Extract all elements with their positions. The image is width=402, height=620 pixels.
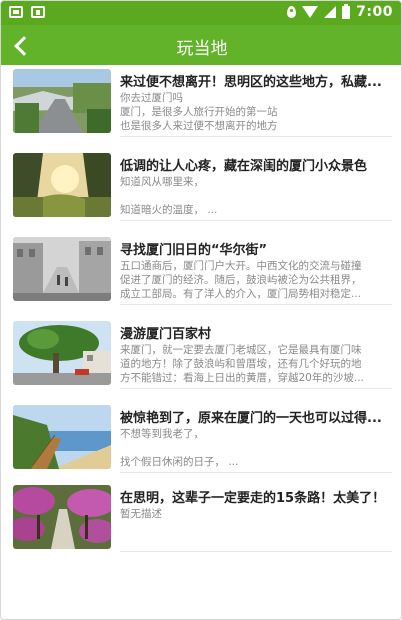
article-thumbnail (13, 237, 111, 301)
article-title: 低调的让人心疼，藏在深闺的厦门小众景色 (120, 159, 368, 174)
city-street-photo (13, 69, 111, 133)
article-desc-line: 五口通商后，厦门门户大开。中西文化的交流与碰撞 (120, 260, 362, 272)
divider (120, 304, 392, 305)
article-desc-line: 暂无描述 (120, 508, 162, 520)
article-desc-line: 不想等到我老了， (120, 428, 204, 440)
divider (120, 551, 392, 552)
article-item[interactable]: 漫游厦门百家村 来厦门，就一定要去厦门老城区，它是最具有厦门味 道的地方！除了鼓… (1, 317, 401, 397)
divider (120, 136, 392, 137)
article-thumbnail (13, 69, 111, 133)
image-notification-icon (9, 6, 23, 18)
article-desc-line: 你去过厦门吗 (120, 92, 183, 104)
divider (120, 472, 392, 473)
status-bar: 7:00 (1, 1, 401, 25)
status-time: 7:00 (356, 4, 393, 20)
signal-icon (324, 6, 337, 18)
divider (120, 220, 392, 221)
article-desc-line: 厦门，是很多人旅行开始的第一站 (120, 106, 278, 118)
article-title: 在思明，这辈子一定要走的15条路！太美了！ (120, 491, 386, 506)
article-desc-line: 知道暗火的温度， ... (120, 204, 218, 216)
article-thumbnail (13, 321, 111, 385)
article-item[interactable]: 来过便不想离开！思明区的这些地方，私藏... 你去过厦门吗 厦门，是很多人旅行开… (1, 65, 401, 145)
location-icon (287, 6, 297, 18)
banyan-tree-photo (13, 321, 111, 385)
article-item[interactable]: 低调的让人心疼，藏在深闺的厦门小众景色 知道风从哪里来， 知道暗火的温度， ..… (1, 149, 401, 229)
wifi-icon (302, 6, 319, 18)
article-desc-line: 道的地方！除了鼓浪屿和曾厝垵，还有几个好玩的地 (120, 358, 362, 370)
page-title: 玩当地 (176, 39, 228, 59)
seaside-boardwalk-photo (13, 405, 111, 469)
article-title: 被惊艳到了，原来在厦门的一天也可以过得... (120, 411, 382, 426)
divider (120, 388, 392, 389)
article-item[interactable]: 被惊艳到了，原来在厦门的一天也可以过得... 不想等到我老了， 找个假日休闲的日… (1, 401, 401, 481)
article-desc-line: 促进了厦门的经济。随后，鼓浪屿被沦为公共租界， (120, 274, 362, 286)
article-item[interactable]: 寻找厦门旧日的“华尔街” 五口通商后，厦门门户大开。中西文化的交流与碰撞 促进了… (1, 233, 401, 313)
article-desc-line: 也是很多人来过便不想离开的地方 (120, 120, 278, 132)
article-thumbnail (13, 405, 111, 469)
article-desc-line: 来厦门，就一定要去厦门老城区，它是最具有厦门味 (120, 344, 362, 356)
flower-road-photo (13, 485, 111, 549)
article-title: 寻找厦门旧日的“华尔街” (120, 243, 268, 258)
article-item[interactable]: 在思明，这辈子一定要走的15条路！太美了！ 暂无描述 (1, 485, 401, 565)
article-thumbnail (13, 153, 111, 217)
article-desc-line: 找个假日休闲的日子， ... (120, 456, 239, 468)
article-desc-line: 方不能错过：看海上日出的黄厝，穿越20年的沙坡... (120, 372, 364, 384)
article-desc-line: 成立工部局。有了洋人的介入，厦门局势相对稳定... (120, 288, 362, 300)
forest-sunset-photo (13, 153, 111, 217)
app-notification-icon (31, 6, 45, 18)
battery-icon (342, 3, 351, 19)
article-thumbnail (13, 485, 111, 549)
article-title: 来过便不想离开！思明区的这些地方，私藏... (120, 75, 382, 90)
article-desc-line: 知道风从哪里来， (120, 176, 204, 188)
old-street-photo (13, 237, 111, 301)
app-frame: 7:00 玩当地 来过便不想离开！思明区的这些地方，私藏... 你去过厦门吗 厦… (0, 0, 402, 620)
navigation-bar: 玩当地 (1, 25, 401, 65)
article-title: 漫游厦门百家村 (120, 327, 212, 342)
